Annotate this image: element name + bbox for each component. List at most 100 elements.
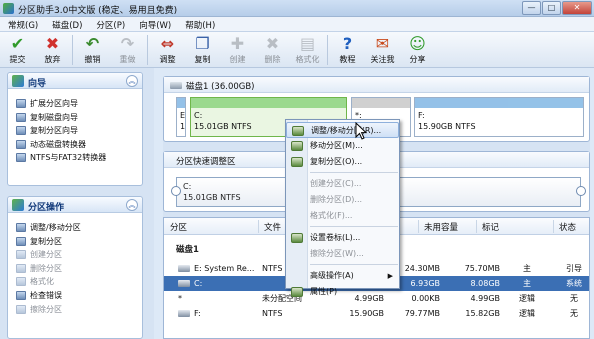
context-menu-label: 删除分区(D)... [310,195,363,204]
menu-item[interactable]: 分区(P) [88,17,131,31]
left-panel: 向导 ︽ 扩展分区向导 复制磁盘向导复制分区向导 动态磁盘转换器 NTFS与FAT32… [0,68,154,339]
ops-group-header[interactable]: 分区操作 ︽ [8,197,142,213]
toolbar-undo-button[interactable]: ↶ 撤销 [75,32,110,68]
ops-item[interactable]: 调整/移动分区 [8,221,142,235]
menu-separator [310,172,398,173]
column-header[interactable]: 状态 [559,221,576,233]
chevron-up-icon[interactable]: ︽ [126,75,138,87]
wizard-item[interactable]: 复制分区向导 [8,124,142,138]
cell-status: 无 [570,309,578,318]
create-icon: ✚ [230,34,245,53]
wizard-item-label: 扩展分区向导 [30,99,78,108]
toolbar-follow-button[interactable]: ✉ 关注我 [365,32,400,68]
context-menu-item[interactable]: 调整/移动分区(R)... [286,122,399,138]
wizard-item-icon [16,99,26,108]
ops-item[interactable]: 复制分区 [8,235,142,249]
context-menu-item[interactable]: 高级操作(A) ▶ [286,268,399,284]
cell-cap: 15.90GB [349,309,384,318]
column-separator [553,220,554,233]
partition-usage-fill [415,98,419,108]
ops-icon [12,199,24,211]
toolbar-share-button[interactable]: ☺ 分享 [400,32,435,68]
ops-item-icon [16,236,26,246]
partition-letter: C: [194,111,203,120]
toolbar-label: 复制 [194,55,211,64]
context-menu-item[interactable]: 复制分区(O)... [286,154,399,170]
column-header[interactable]: 分区 [170,221,187,233]
toolbar-format-button[interactable]: ▤ 格式化 [290,32,325,68]
ops-item-label: 复制分区 [30,236,62,246]
ops-item-icon [16,277,26,287]
check-icon: ✔ [10,34,25,53]
wizard-item-icon [16,112,26,122]
undo-icon: ↶ [85,34,100,53]
disk-partition-block[interactable]: E1 [176,97,186,137]
menu-item[interactable]: 常规(G) [0,17,44,31]
ops-item[interactable]: 擦除分区 [8,303,142,317]
toolbar-copy-button[interactable]: ❐ 复制 [185,32,220,68]
chevron-up-icon[interactable]: ︽ [126,199,138,211]
cell-free: 8.08GB [470,279,501,288]
ops-item[interactable]: 格式化 [8,275,142,289]
toolbar-resize-button[interactable]: ⇔ 调整 [150,32,185,68]
column-header[interactable]: 未用容量 [424,221,458,233]
context-menu-item[interactable]: 擦除分区(W)... [286,246,399,262]
cell-flag: 逻辑 [519,294,535,303]
menu-item-icon [291,233,303,243]
ops-item[interactable]: 删除分区 [8,262,142,276]
toolbar-discard-button[interactable]: ✖ 放弃 [35,32,70,68]
table-row[interactable]: F: NTFS 15.90GB 79.77MB 15.82GB 逻辑无 [164,306,589,321]
partition-usage-bar [177,98,185,108]
partition-letter: F: [418,111,425,120]
cell-part: C: [194,279,203,288]
context-menu-item[interactable]: 移动分区(M)... [286,138,399,154]
left-drag-handle[interactable] [171,186,181,196]
toolbar-create-button[interactable]: ✚ 创建 [220,32,255,68]
disk-partition-block[interactable]: F: 15.90GB NTFS [414,97,584,137]
context-menu-item[interactable]: 格式化(F)... [286,208,399,224]
close-button[interactable]: ✕ [562,1,592,15]
partition-letter: E [180,111,186,120]
partition-size: 15.01GB NTFS [194,122,252,131]
toolbar: ✔ 提交 ✖ 放弃 ↶ 撤销 ↷ 重做 ⇔ 调整 ❐ 复制 ✚ 创建 ✖ 删除 ▤ 格式化? 教程 ✉ 关注我 ☺ 分享 [0,32,594,68]
partition-usage-fill [191,98,263,108]
right-drag-handle[interactable] [576,186,586,196]
column-header[interactable]: 文件 [264,221,281,233]
menu-item[interactable]: 磁盘(D) [44,17,88,31]
redo-icon: ↷ [120,34,135,53]
wizard-group-header[interactable]: 向导 ︽ [8,73,142,89]
menu-item[interactable]: 帮助(H) [177,17,221,31]
context-menu-item[interactable]: 创建分区(C)... [286,176,399,192]
ops-item-label: 调整/移动分区 [30,223,81,232]
wizard-item[interactable]: 复制磁盘向导 [8,111,142,125]
toolbar-label: 关注我 [370,55,395,64]
context-menu-item[interactable]: 设置卷标(L)... [286,230,399,246]
menu-item-icon [292,126,304,136]
toolbar-delete-button[interactable]: ✖ 删除 [255,32,290,68]
cell-status: 无 [570,294,578,303]
maximize-button[interactable]: □ [542,1,561,15]
menu-item-icon [291,157,303,167]
toolbar-separator [72,35,73,65]
context-menu-item[interactable]: 属性(P) [286,284,399,300]
column-header[interactable]: 标记 [482,221,499,233]
cell-fs: NTFS [262,309,283,318]
ops-item[interactable]: 检查错误 [8,289,142,303]
mouse-cursor-icon [355,121,368,140]
context-menu-label: 创建分区(C)... [310,179,362,188]
ops-item[interactable]: 创建分区 [8,248,142,262]
wizard-item[interactable]: 动态磁盘转换器 [8,138,142,152]
context-menu-item[interactable]: 删除分区(D)... [286,192,399,208]
menu-item[interactable]: 向导(W) [131,17,177,31]
toolbar-redo-button[interactable]: ↷ 重做 [110,32,145,68]
toolbar-help-button[interactable]: ? 教程 [330,32,365,68]
wizard-item-label: 复制磁盘向导 [30,112,78,122]
cell-used: 79.77MB [404,309,440,318]
minimize-button[interactable]: — [522,1,541,15]
wizard-item[interactable]: NTFS与FAT32转换器 [8,151,142,165]
window-title: 分区助手3.0中文版 (稳定、易用且免费) [18,6,178,16]
wizard-icon [12,75,24,87]
cell-free: 4.99GB [470,294,501,303]
wizard-item[interactable]: 扩展分区向导 [8,97,142,111]
toolbar-check-button[interactable]: ✔ 提交 [0,32,35,68]
